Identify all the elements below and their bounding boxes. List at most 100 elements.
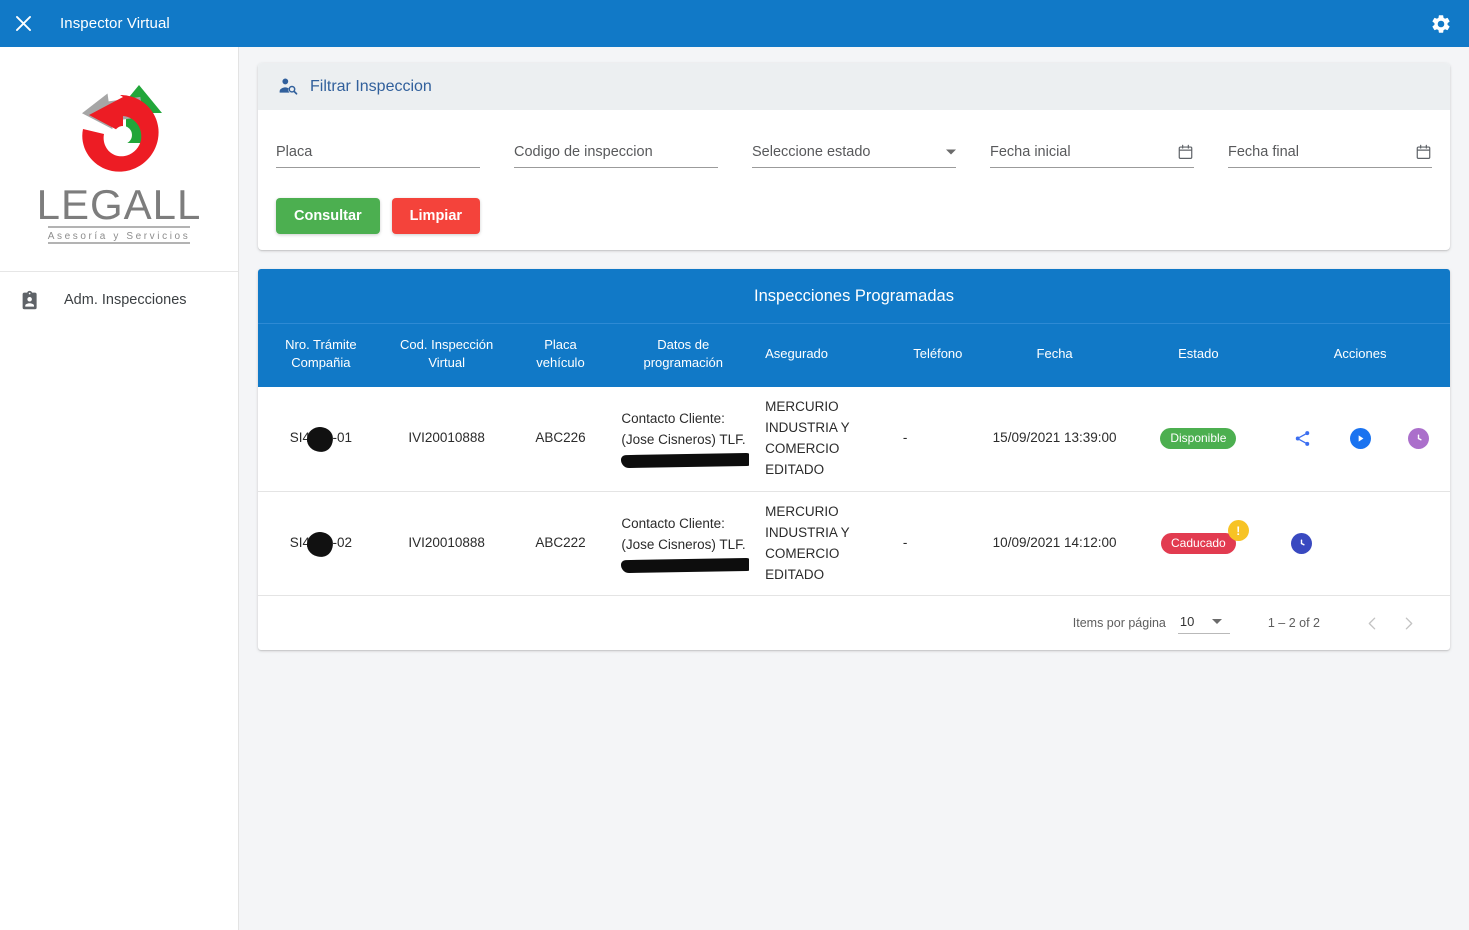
col-placa: Placa vehículo — [509, 324, 612, 388]
col-estado: Estado — [1126, 324, 1271, 388]
filter-fields-row: Placa Codigo de inspeccion Seleccione es… — [276, 136, 1432, 168]
asegurado-line-3: COMERCIO EDITADO — [765, 440, 840, 477]
codigo-inspeccion-input[interactable]: Codigo de inspeccion — [514, 136, 718, 168]
asegurado-line-2: INDUSTRIA Y — [765, 524, 850, 540]
main-content: Filtrar Inspeccion Placa Codigo de inspe… — [239, 47, 1469, 930]
status-badge: Caducado — [1161, 533, 1236, 555]
cell-codigo: IVI20010888 — [383, 387, 510, 492]
inspections-table: Nro. Trámite Compañia Cod. Inspección Vi… — [258, 324, 1450, 597]
codigo-placeholder: Codigo de inspeccion — [514, 143, 653, 160]
cell-fecha: 15/09/2021 13:39:00 — [982, 387, 1127, 492]
cell-placa: ABC222 — [509, 491, 612, 597]
cell-datos-programacion: Contacto Cliente: (Jose Cisneros) TLF. — [611, 387, 756, 492]
col-telefono: Teléfono — [892, 324, 983, 388]
col-acciones: Acciones — [1270, 324, 1450, 388]
placa-placeholder: Placa — [276, 143, 313, 160]
calendar-icon[interactable] — [1415, 143, 1432, 160]
cell-estado: Caducado ! — [1126, 491, 1271, 597]
share-icon — [1295, 431, 1309, 447]
play-button[interactable] — [1347, 426, 1373, 452]
sidebar-item-label: Adm. Inspecciones — [64, 292, 187, 308]
filter-card: Filtrar Inspeccion Placa Codigo de inspe… — [258, 63, 1450, 250]
previous-page-button[interactable] — [1354, 605, 1390, 641]
filter-card-header: Filtrar Inspeccion — [258, 63, 1450, 110]
col-asegurado: Asegurado — [755, 324, 893, 388]
cell-placa: ABC226 — [509, 387, 612, 492]
cell-codigo: IVI20010888 — [383, 491, 510, 597]
asegurado-line-1: MERCURIO — [765, 399, 839, 415]
svg-text:Asesoría y Servicios: Asesoría y Servicios — [48, 231, 191, 242]
play-circle-icon — [1349, 428, 1371, 450]
badge-person-icon — [18, 288, 42, 312]
cell-telefono: - — [892, 491, 983, 597]
clock-circle-icon — [1290, 533, 1312, 555]
fecha-final-placeholder: Fecha final — [1228, 143, 1299, 160]
share-button[interactable] — [1289, 426, 1315, 452]
status-badge-wrap: Caducado ! — [1161, 520, 1249, 555]
cell-asegurado: MERCURIO INDUSTRIA Y COMERCIO EDITADO — [755, 387, 893, 492]
table-body: SI4336-01 IVI20010888 ABC226 Contacto Cl… — [258, 387, 1450, 597]
app-bar: Inspector Virtual — [0, 0, 1469, 47]
asegurado-line-3: COMERCIO EDITADO — [765, 545, 840, 582]
items-per-page-value: 10 — [1179, 614, 1195, 630]
person-search-icon — [276, 76, 298, 98]
cell-nro-tramite: SI4336-01 — [258, 387, 384, 492]
chevron-down-icon — [1212, 619, 1223, 625]
svg-text:LEGALL: LEGALL — [37, 181, 202, 228]
table-title: Inspecciones Programadas — [258, 269, 1450, 324]
limpiar-button[interactable]: Limpiar — [391, 198, 481, 234]
brand-logo: LEGALL Asesoría y Servicios — [0, 47, 238, 271]
datos-line-3-redacted — [621, 557, 749, 574]
cell-datos-programacion: Contacto Cliente: (Jose Cisneros) TLF. — [611, 491, 756, 597]
row-actions — [1276, 426, 1444, 452]
cell-fecha: 10/09/2021 14:12:00 — [982, 491, 1127, 597]
items-per-page-select[interactable]: 10 — [1177, 612, 1230, 635]
chevron-down-icon[interactable] — [946, 149, 956, 154]
col-datos-programacion: Datos de programación — [611, 324, 756, 388]
alert-badge-icon: ! — [1227, 520, 1249, 542]
consultar-button[interactable]: Consultar — [276, 198, 380, 234]
fecha-inicial-input[interactable]: Fecha inicial — [990, 136, 1194, 168]
datos-line-1: Contacto Cliente: — [621, 411, 725, 427]
cell-nro-tramite: SI4336-02 — [258, 491, 384, 597]
chevron-left-icon — [1368, 617, 1375, 630]
cell-acciones — [1270, 387, 1450, 492]
legall-wordmark: LEGALL Asesoría y Servicios — [37, 181, 202, 244]
history-button[interactable] — [1405, 426, 1431, 452]
col-fecha: Fecha — [982, 324, 1127, 388]
table-row[interactable]: SI4336-02 IVI20010888 ABC222 Contacto Cl… — [258, 491, 1450, 597]
legall-logo-icon — [82, 85, 162, 172]
filter-card-body: Placa Codigo de inspeccion Seleccione es… — [258, 110, 1450, 250]
table-head: Nro. Trámite Compañia Cod. Inspección Vi… — [258, 324, 1450, 388]
asegurado-line-1: MERCURIO — [765, 503, 839, 519]
cell-telefono: - — [892, 387, 983, 492]
datos-line-2: (Jose Cisneros) TLF. — [621, 431, 746, 447]
col-nro-tramite: Nro. Trámite Compañia — [258, 324, 384, 388]
col-cod-inspeccion: Cod. Inspección Virtual — [383, 324, 510, 388]
page-range-label: 1 – 2 of 2 — [1267, 616, 1320, 631]
close-button[interactable] — [0, 0, 46, 47]
sidebar-item-adm-inspecciones[interactable]: Adm. Inspecciones — [0, 272, 238, 328]
placa-input[interactable]: Placa — [276, 136, 480, 168]
calendar-icon[interactable] — [1177, 143, 1194, 160]
filter-card-title: Filtrar Inspeccion — [310, 77, 432, 95]
items-per-page-label: Items por página — [1072, 616, 1166, 631]
table-header-row: Nro. Trámite Compañia Cod. Inspección Vi… — [258, 324, 1450, 388]
fecha-inicial-placeholder: Fecha inicial — [990, 143, 1071, 160]
settings-button[interactable] — [1413, 0, 1469, 47]
status-badge-wrap: Disponible — [1160, 428, 1237, 450]
sidebar: LEGALL Asesoría y Servicios Adm. Inspecc… — [0, 47, 239, 930]
cell-estado: Disponible — [1126, 387, 1271, 492]
cell-asegurado: MERCURIO INDUSTRIA Y COMERCIO EDITADO — [755, 491, 893, 597]
history-button[interactable] — [1288, 531, 1314, 557]
estado-select[interactable]: Seleccione estado — [752, 136, 956, 168]
asegurado-line-2: INDUSTRIA Y — [765, 420, 850, 436]
fecha-final-input[interactable]: Fecha final — [1228, 136, 1432, 168]
table-row[interactable]: SI4336-01 IVI20010888 ABC226 Contacto Cl… — [258, 387, 1450, 492]
next-page-button[interactable] — [1390, 605, 1426, 641]
chevron-right-icon — [1405, 617, 1412, 630]
filter-actions: Consultar Limpiar — [276, 198, 1432, 234]
row-actions — [1276, 531, 1444, 557]
status-badge: Disponible — [1160, 428, 1237, 450]
estado-placeholder: Seleccione estado — [752, 143, 871, 160]
